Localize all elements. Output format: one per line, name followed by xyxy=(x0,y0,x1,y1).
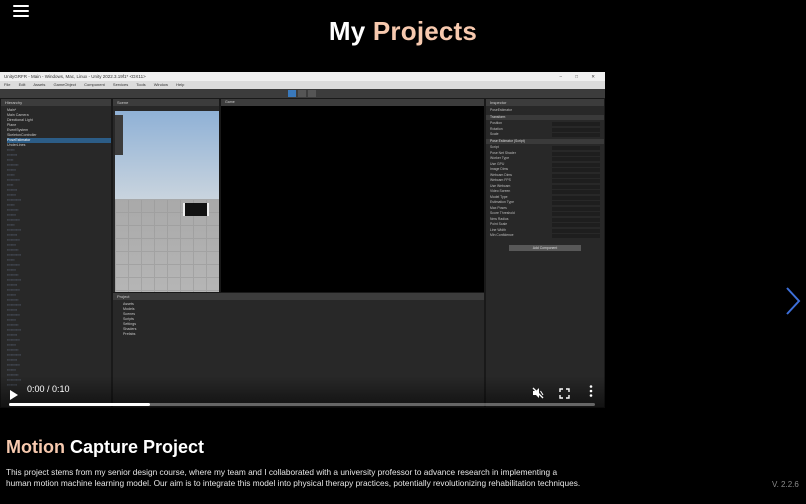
inspector-field-label: Min Confidence xyxy=(490,233,514,237)
unity-hierarchy-panel: Hierarchy Main* Main Camera Directional … xyxy=(0,98,112,408)
unity-step-icon xyxy=(308,90,316,97)
window-controls-icon: – □ ✕ xyxy=(559,74,601,79)
hamburger-menu-icon[interactable] xyxy=(13,2,29,17)
scene-tool-palette xyxy=(115,115,123,155)
page-title-plain: My xyxy=(328,16,366,46)
video-controls: 0:00 / 0:10 xyxy=(0,376,605,408)
unity-play-icon xyxy=(288,90,296,97)
chevron-right-icon[interactable] xyxy=(785,286,801,316)
project-title: Motion Capture Project xyxy=(6,437,204,458)
video-progress-fill xyxy=(9,403,150,406)
fullscreen-icon[interactable] xyxy=(559,384,570,399)
unity-inspector-panel: Inspector PoseEstimator Transform Positi… xyxy=(485,98,605,408)
add-component-button: Add Component xyxy=(509,244,581,251)
hierarchy-panel-title: Hierarchy xyxy=(1,99,111,106)
hierarchy-filler-rows: ▪▪▪▪▪▪ ▪▪▪▪▪▪▪▪ ▪▪▪▪▪ ▪▪▪▪▪▪▪▪▪ ▪▪▪▪▪▪▪ ▪▪▪▪▪… xyxy=(7,148,22,387)
video-progress-bar[interactable] xyxy=(9,403,595,406)
muted-speaker-icon[interactable] xyxy=(532,384,544,399)
video-time: 0:00 / 0:10 xyxy=(27,384,70,394)
inspector-field-label: Scale xyxy=(490,132,499,136)
unity-menu-item: Component xyxy=(84,82,105,87)
inspector-fields: PoseEstimator Transform Position Rotatio… xyxy=(486,106,604,253)
inspector-object-name: PoseEstimator xyxy=(490,108,513,112)
unity-menu-item: Edit xyxy=(18,82,26,87)
project-video[interactable]: UnityGRFR - Main - Windows, Mac, Linux -… xyxy=(0,72,605,408)
unity-menu-item: Services xyxy=(112,82,129,87)
page-title: My Projects xyxy=(0,16,806,47)
unity-menu-item: File xyxy=(4,82,11,87)
scene-viewport xyxy=(115,111,219,295)
scene-object xyxy=(183,203,209,216)
play-icon[interactable] xyxy=(10,385,18,400)
unity-menu-item: Tools xyxy=(136,82,146,87)
inspector-section: Pose Estimator (Script) xyxy=(486,138,604,144)
inspector-field: Min Confidence xyxy=(490,233,600,239)
more-vertical-icon[interactable] xyxy=(588,383,594,397)
unity-menubar: File Edit Assets GameObject Component Se… xyxy=(0,81,605,89)
project-description: This project stems from my senior design… xyxy=(6,467,581,488)
project-title-accent: Motion xyxy=(6,437,65,457)
scene-panel-title: Scene xyxy=(113,99,219,106)
unity-pause-icon xyxy=(298,90,306,97)
unity-menu-item: Assets xyxy=(33,82,46,87)
version-label: V. 2.2.6 xyxy=(772,480,799,489)
game-panel-title: Game xyxy=(221,99,484,106)
unity-window-titlebar: UnityGRFR - Main - Windows, Mac, Linux -… xyxy=(0,72,605,81)
unity-menu-item: GameObject xyxy=(53,82,76,87)
inspector-section: Transform xyxy=(486,114,604,120)
unity-toolbar xyxy=(0,89,605,98)
inspector-field: Scale xyxy=(490,132,600,138)
unity-menu-item: Help xyxy=(176,82,185,87)
project-title-plain: Capture Project xyxy=(70,437,205,457)
unity-window-title: UnityGRFR - Main - Windows, Mac, Linux -… xyxy=(4,74,146,79)
unity-menu-item: Window xyxy=(153,82,168,87)
project-panel-title: Project xyxy=(113,293,484,300)
project-asset-list: Assets Models Scenes Scripts Settings Sh… xyxy=(113,300,484,337)
page: My Projects UnityGRFR - Main - Windows, … xyxy=(0,0,806,504)
project-asset-item: Prefabs xyxy=(123,332,136,336)
unity-play-controls xyxy=(288,90,316,97)
page-title-accent: Projects xyxy=(372,16,478,46)
hierarchy-list: Main* Main Camera Directional Light Plan… xyxy=(1,106,111,388)
inspector-panel-title: Inspector xyxy=(486,99,604,106)
